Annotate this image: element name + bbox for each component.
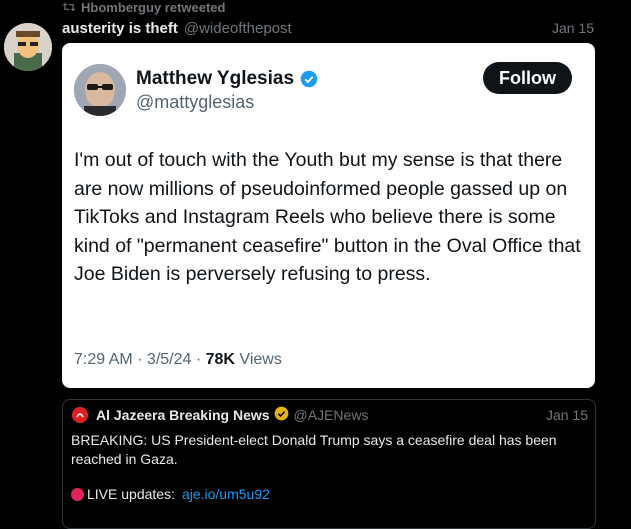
verified-gold-badge-icon [274, 406, 289, 424]
post-date[interactable]: Jan 15 [552, 20, 594, 36]
author-avatar[interactable] [4, 23, 52, 71]
quoted-tweet-card[interactable]: Al Jazeera Breaking News @AJENews Jan 15… [62, 399, 596, 529]
profile-photo-image [74, 64, 126, 116]
follow-button[interactable]: Follow [483, 62, 572, 94]
embed-author[interactable]: Matthew Yglesias [136, 68, 318, 90]
embed-meta: 7:29 AM · 3/5/24 · 78K Views [74, 351, 282, 369]
cartoon-avatar-image [4, 23, 52, 71]
quote-author-handle[interactable]: @AJENews [294, 407, 369, 423]
verified-badge-icon [300, 70, 318, 88]
embed-timestamp[interactable]: 7:29 AM · 3/5/24 · [74, 351, 206, 368]
live-label: LIVE updates: [87, 486, 175, 502]
post-header: austerity is theft @wideofthepost Jan 15 [62, 18, 594, 38]
embed-avatar[interactable] [74, 64, 126, 116]
live-updates-link[interactable]: aje.io/um5u92 [182, 486, 270, 502]
embed-views-count: 78K [205, 351, 235, 368]
quote-live-line: LIVE updates: aje.io/um5u92 [71, 486, 270, 502]
retweet-icon [62, 2, 76, 12]
quote-header: Al Jazeera Breaking News @AJENews Jan 15 [72, 406, 588, 424]
author-handle[interactable]: @wideofthepost [184, 20, 292, 37]
quote-date[interactable]: Jan 15 [546, 407, 588, 423]
aljazeera-logo-icon[interactable] [72, 407, 88, 423]
embed-author-name: Matthew Yglesias [136, 68, 295, 89]
embed-author-handle[interactable]: @mattyglesias [136, 92, 254, 113]
quote-author-name[interactable]: Al Jazeera Breaking News [96, 407, 270, 423]
author-name[interactable]: austerity is theft [62, 20, 178, 37]
embed-views-label: Views [234, 351, 282, 368]
embedded-tweet-card[interactable]: Matthew Yglesias @mattyglesias Follow I'… [62, 43, 595, 388]
aljazeera-logo-glyph [72, 407, 88, 423]
red-circle-icon [71, 487, 84, 501]
retweet-indicator[interactable]: Hbomberguy retweeted [62, 0, 226, 15]
quote-text: BREAKING: US President-elect Donald Trum… [71, 432, 557, 467]
embed-tweet-text: I'm out of touch with the Youth but my s… [74, 149, 581, 286]
retweet-label: Hbomberguy retweeted [81, 0, 226, 15]
